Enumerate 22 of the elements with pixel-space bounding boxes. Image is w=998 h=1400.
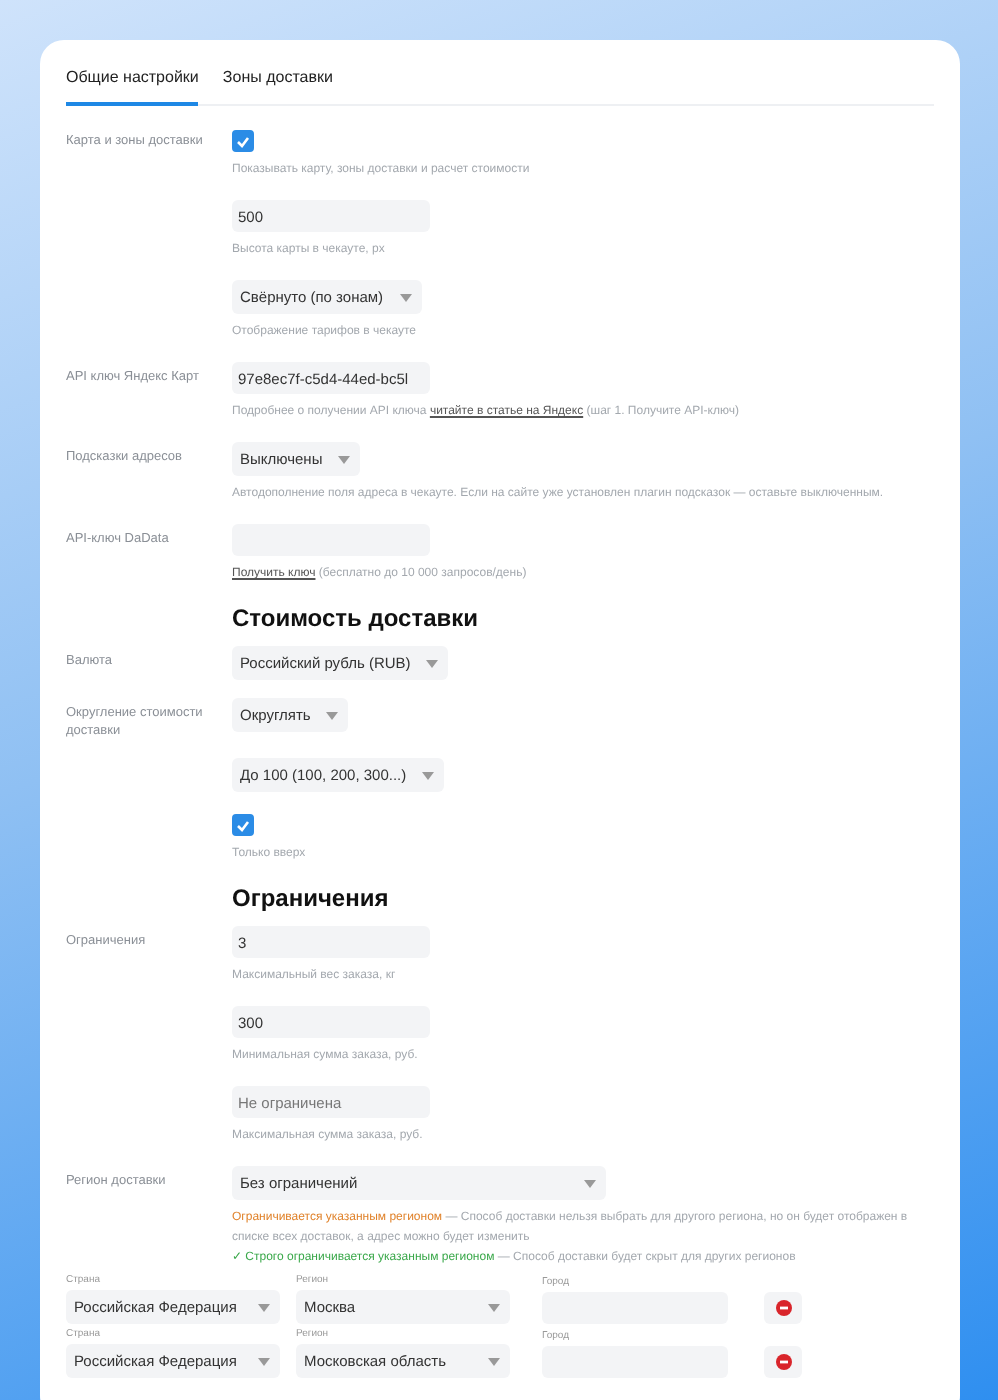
minus-circle-icon: [775, 1300, 791, 1316]
check-icon: [236, 135, 250, 147]
caret-icon: [326, 711, 339, 719]
caret-icon: [258, 1357, 270, 1365]
section-heading: Ограничения: [232, 884, 391, 912]
caret-icon: [338, 455, 351, 463]
minus-circle-icon: [775, 1354, 791, 1370]
tab[interactable]: Зоны доставки: [222, 68, 333, 106]
caret-icon: [399, 293, 412, 301]
caret-icon: [426, 659, 439, 667]
caret-icon: [258, 1303, 270, 1311]
check-icon: [236, 819, 250, 831]
caret-icon: [584, 1179, 596, 1187]
tab[interactable]: Общие настройки: [66, 68, 199, 106]
section-heading: Стоимость доставки: [232, 604, 481, 632]
checkbox[interactable]: [232, 814, 254, 836]
caret-icon: [488, 1303, 500, 1311]
remove-button[interactable]: [764, 1346, 802, 1378]
checkbox[interactable]: [232, 130, 254, 152]
caret-icon: [488, 1357, 500, 1365]
caret-icon: [422, 771, 435, 779]
remove-button[interactable]: [764, 1292, 802, 1324]
